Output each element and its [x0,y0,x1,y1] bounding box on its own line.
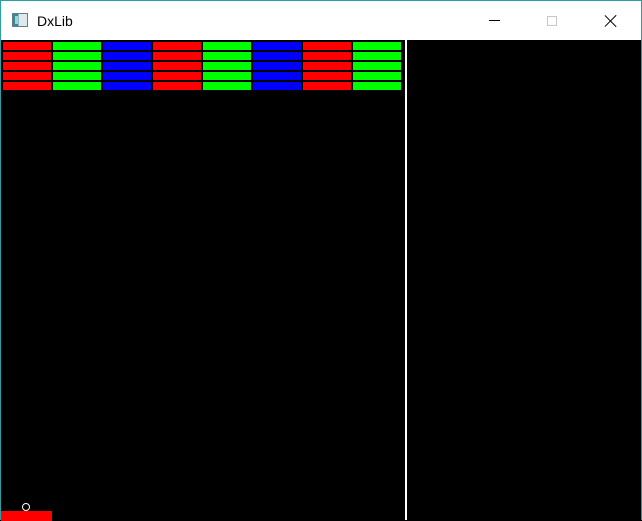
brick [202,71,252,81]
brick [102,41,152,51]
brick [152,81,202,91]
brick [202,51,252,61]
game-canvas[interactable] [1,40,641,521]
app-window: DxLib [0,0,642,521]
brick [2,61,52,71]
minimize-icon [488,20,500,21]
app-window-icon [12,13,28,27]
brick [352,51,402,61]
brick [52,51,102,61]
brick [102,51,152,61]
brick [2,71,52,81]
brick [2,41,52,51]
brick [352,81,402,91]
brick [252,71,302,81]
close-button[interactable] [588,1,634,40]
brick [252,61,302,71]
minimize-button[interactable] [471,1,517,40]
ball [22,503,30,511]
close-icon [604,14,618,28]
playfield-divider [405,40,407,520]
brick [352,41,402,51]
brick [202,61,252,71]
brick [302,41,352,51]
brick [152,51,202,61]
brick [352,71,402,81]
brick [152,61,202,71]
maximize-button[interactable] [529,1,575,40]
window-title: DxLib [37,13,73,29]
brick [102,81,152,91]
brick [52,81,102,91]
maximize-icon [547,15,557,26]
brick [252,41,302,51]
brick [2,81,52,91]
brick [52,41,102,51]
brick [2,51,52,61]
brick [52,71,102,81]
brick [202,81,252,91]
brick [152,71,202,81]
brick [52,61,102,71]
brick [252,51,302,61]
brick [302,81,352,91]
brick [202,41,252,51]
brick [302,51,352,61]
brick [352,61,402,71]
brick [302,71,352,81]
title-bar[interactable]: DxLib [1,1,641,40]
brick [252,81,302,91]
brick [102,71,152,81]
brick [102,61,152,71]
brick [152,41,202,51]
brick [302,61,352,71]
